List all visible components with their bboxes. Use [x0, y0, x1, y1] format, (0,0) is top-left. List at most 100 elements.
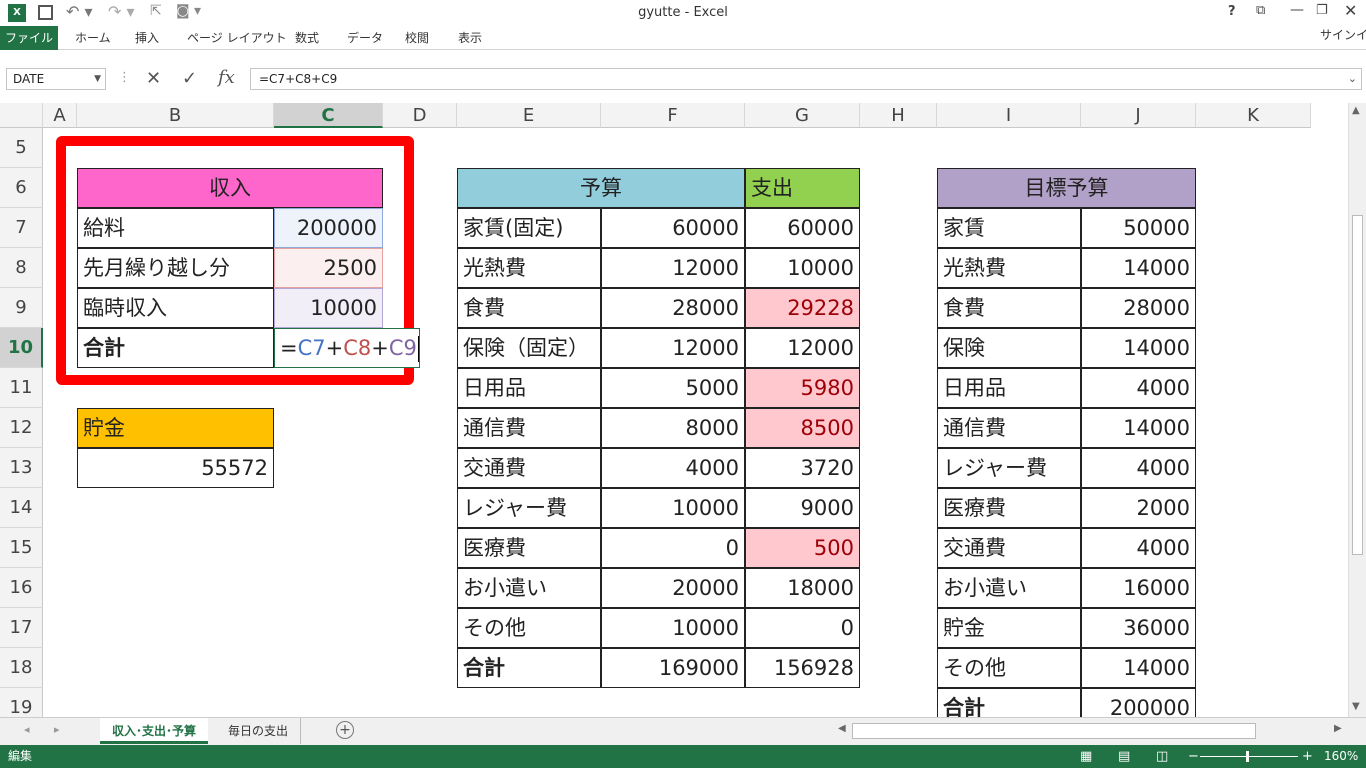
- column-header[interactable]: F: [601, 103, 745, 128]
- normal-view-icon[interactable]: ▦: [1080, 745, 1092, 768]
- row-header[interactable]: 14: [0, 488, 43, 528]
- target-row-label[interactable]: 光熱費: [937, 248, 1081, 288]
- target-value[interactable]: 50000: [1081, 208, 1196, 248]
- budget-value[interactable]: 28000: [601, 288, 745, 328]
- budget-value[interactable]: 5000: [601, 368, 745, 408]
- budget-row-label[interactable]: 食費: [457, 288, 601, 328]
- target-value[interactable]: 14000: [1081, 248, 1196, 288]
- tab-formulas[interactable]: 数式: [295, 29, 319, 46]
- target-row-label[interactable]: 家賃: [937, 208, 1081, 248]
- page-break-view-icon[interactable]: ◫: [1156, 745, 1168, 768]
- row-header[interactable]: 7: [0, 208, 43, 248]
- income-label[interactable]: 先月繰り越し分: [77, 248, 274, 288]
- budget-value[interactable]: 8000: [601, 408, 745, 448]
- expense-value[interactable]: 156928: [745, 648, 860, 688]
- income-value[interactable]: 2500: [274, 248, 383, 288]
- budget-row-label[interactable]: レジャー費: [457, 488, 601, 528]
- name-box[interactable]: DATE ▼: [6, 68, 106, 90]
- tab-page-layout[interactable]: ページ レイアウト: [187, 29, 287, 46]
- row-header[interactable]: 19: [0, 688, 43, 717]
- sheet-next-icon[interactable]: ▸: [54, 723, 60, 736]
- budget-value[interactable]: 10000: [601, 608, 745, 648]
- target-value[interactable]: 4000: [1081, 448, 1196, 488]
- expense-header[interactable]: 支出: [745, 168, 860, 208]
- target-value[interactable]: 14000: [1081, 408, 1196, 448]
- tab-review[interactable]: 校閲: [405, 29, 429, 46]
- tab-insert[interactable]: 挿入: [135, 29, 159, 46]
- horizontal-scrollbar[interactable]: [852, 723, 1256, 739]
- budget-row-label[interactable]: 合計: [457, 648, 601, 688]
- column-header[interactable]: B: [77, 103, 274, 128]
- target-row-label[interactable]: その他: [937, 648, 1081, 688]
- zoom-out-icon[interactable]: −: [1188, 745, 1199, 768]
- row-header[interactable]: 11: [0, 368, 43, 408]
- budget-row-label[interactable]: 通信費: [457, 408, 601, 448]
- row-header[interactable]: 17: [0, 608, 43, 648]
- sheet-tab[interactable]: 毎日の支出: [216, 718, 302, 744]
- expense-value[interactable]: 0: [745, 608, 860, 648]
- budget-value[interactable]: 169000: [601, 648, 745, 688]
- target-header[interactable]: 目標予算: [937, 168, 1196, 208]
- scroll-thumb[interactable]: [1352, 215, 1363, 555]
- target-row-label[interactable]: 保険: [937, 328, 1081, 368]
- tab-data[interactable]: データ: [347, 29, 383, 46]
- target-value[interactable]: 36000: [1081, 608, 1196, 648]
- expense-value[interactable]: 8500: [745, 408, 860, 448]
- row-header[interactable]: 6: [0, 168, 43, 208]
- save-icon[interactable]: [38, 5, 53, 20]
- budget-row-label[interactable]: 医療費: [457, 528, 601, 568]
- undo-icon[interactable]: ↶ ▾: [66, 2, 93, 21]
- redo-icon[interactable]: ↷ ▾: [108, 2, 135, 21]
- target-value[interactable]: 4000: [1081, 368, 1196, 408]
- expand-formula-icon[interactable]: ⌄: [1348, 69, 1357, 89]
- column-header[interactable]: A: [43, 103, 77, 128]
- budget-value[interactable]: 10000: [601, 488, 745, 528]
- target-value[interactable]: 28000: [1081, 288, 1196, 328]
- budget-row-label[interactable]: 交通費: [457, 448, 601, 488]
- column-header[interactable]: K: [1196, 103, 1311, 128]
- row-header[interactable]: 5: [0, 128, 43, 168]
- savings-value[interactable]: 55572: [77, 448, 274, 488]
- ribbon-display-icon[interactable]: ⧉: [1256, 3, 1265, 18]
- hscroll-right-icon[interactable]: ▶: [1334, 723, 1342, 734]
- income-total-label[interactable]: 合計: [77, 328, 274, 368]
- row-header[interactable]: 18: [0, 648, 43, 688]
- column-header[interactable]: C: [274, 103, 383, 128]
- insert-function-icon[interactable]: fx: [218, 67, 235, 88]
- row-header[interactable]: 16: [0, 568, 43, 608]
- column-header[interactable]: I: [937, 103, 1081, 128]
- budget-row-label[interactable]: 光熱費: [457, 248, 601, 288]
- income-label[interactable]: 臨時収入: [77, 288, 274, 328]
- column-header[interactable]: E: [457, 103, 601, 128]
- expense-value[interactable]: 5980: [745, 368, 860, 408]
- target-row-label[interactable]: レジャー費: [937, 448, 1081, 488]
- tab-view[interactable]: 表示: [458, 29, 482, 46]
- page-layout-view-icon[interactable]: ▤: [1118, 745, 1130, 768]
- budget-value[interactable]: 12000: [601, 328, 745, 368]
- zoom-in-icon[interactable]: +: [1302, 745, 1313, 768]
- chevron-down-icon[interactable]: ▼: [94, 69, 101, 89]
- savings-header[interactable]: 貯金: [77, 408, 274, 448]
- row-header[interactable]: 15: [0, 528, 43, 568]
- target-value[interactable]: 200000: [1081, 688, 1196, 717]
- target-row-label[interactable]: お小遣い: [937, 568, 1081, 608]
- column-header[interactable]: H: [860, 103, 937, 128]
- target-row-label[interactable]: 日用品: [937, 368, 1081, 408]
- camera-icon[interactable]: ◙ ▾: [176, 3, 201, 19]
- budget-row-label[interactable]: その他: [457, 608, 601, 648]
- budget-row-label[interactable]: 家賃(固定): [457, 208, 601, 248]
- target-value[interactable]: 14000: [1081, 648, 1196, 688]
- income-header[interactable]: 収入: [77, 168, 383, 208]
- income-value[interactable]: 10000: [274, 288, 383, 328]
- zoom-slider[interactable]: [1200, 756, 1298, 757]
- budget-row-label[interactable]: 保険（固定）: [457, 328, 601, 368]
- select-all-corner[interactable]: [0, 103, 43, 128]
- pointer-icon[interactable]: ⇱: [150, 3, 162, 19]
- signin-link[interactable]: サインイン: [1320, 26, 1366, 43]
- expense-value[interactable]: 18000: [745, 568, 860, 608]
- target-row-label[interactable]: 医療費: [937, 488, 1081, 528]
- row-header[interactable]: 13: [0, 448, 43, 488]
- target-row-label[interactable]: 交通費: [937, 528, 1081, 568]
- target-row-label[interactable]: 通信費: [937, 408, 1081, 448]
- expense-value[interactable]: 10000: [745, 248, 860, 288]
